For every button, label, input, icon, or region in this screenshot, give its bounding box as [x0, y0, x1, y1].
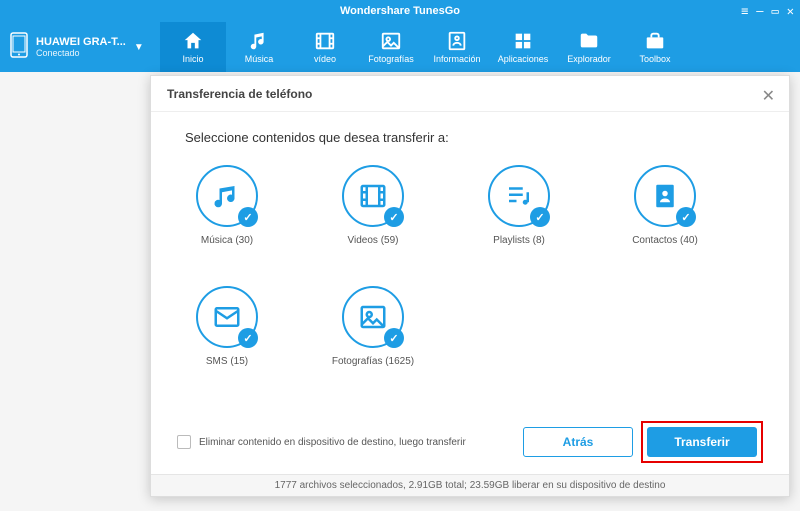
- nav-label: Toolbox: [639, 54, 670, 64]
- phone-icon: [10, 32, 28, 63]
- main-nav: Inicio Música vídeo Fotografías Informac…: [150, 22, 688, 72]
- device-status: Conectado: [36, 48, 126, 58]
- item-label: Contactos (40): [632, 235, 698, 246]
- maximize-icon[interactable]: ▭: [772, 4, 779, 18]
- nav-label: vídeo: [314, 54, 336, 64]
- nav-toolbox[interactable]: Toolbox: [622, 22, 688, 72]
- item-sms[interactable]: SMS (15): [185, 286, 269, 367]
- check-icon: [384, 328, 404, 348]
- toolbar: HUAWEI GRA-T... Conectado ▼ Inicio Músic…: [0, 22, 800, 72]
- nav-label: Fotografías: [368, 54, 414, 64]
- nav-photos[interactable]: Fotografías: [358, 22, 424, 72]
- item-contacts[interactable]: Contactos (40): [623, 165, 707, 246]
- item-label: Música (30): [201, 235, 253, 246]
- nav-label: Información: [433, 54, 480, 64]
- close-icon[interactable]: ✕: [787, 4, 794, 18]
- item-playlists[interactable]: Playlists (8): [477, 165, 561, 246]
- chevron-down-icon: ▼: [134, 42, 144, 53]
- item-photos[interactable]: Fotografías (1625): [331, 286, 415, 367]
- checkbox-icon: [177, 435, 191, 449]
- nav-music[interactable]: Música: [226, 22, 292, 72]
- settings-icon[interactable]: ≡: [741, 4, 748, 18]
- content-grid: Música (30) Videos (59) Playlists (8): [185, 165, 755, 367]
- erase-checkbox[interactable]: Eliminar contenido en dispositivo de des…: [177, 435, 513, 449]
- check-icon: [676, 207, 696, 227]
- dialog-title: Transferencia de teléfono: [167, 87, 312, 101]
- status-bar: 1777 archivos seleccionados, 2.91GB tota…: [151, 474, 789, 496]
- item-label: Playlists (8): [493, 235, 545, 246]
- device-name: HUAWEI GRA-T...: [36, 36, 126, 48]
- instruction-text: Seleccione contenidos que desea transfer…: [185, 130, 755, 145]
- item-videos[interactable]: Videos (59): [331, 165, 415, 246]
- nav-home[interactable]: Inicio: [160, 22, 226, 72]
- nav-label: Aplicaciones: [498, 54, 549, 64]
- check-icon: [384, 207, 404, 227]
- check-icon: [530, 207, 550, 227]
- transfer-dialog: Transferencia de teléfono ✕ Seleccione c…: [150, 75, 790, 497]
- dialog-body: Seleccione contenidos que desea transfer…: [151, 112, 789, 412]
- dialog-footer: Eliminar contenido en dispositivo de des…: [151, 412, 789, 474]
- dialog-header: Transferencia de teléfono ✕: [151, 76, 789, 112]
- item-label: Fotografías (1625): [332, 356, 414, 367]
- title-bar: Wondershare TunesGo ≡ — ▭ ✕: [0, 0, 800, 22]
- transfer-highlight: Transferir: [641, 421, 763, 463]
- app-title: Wondershare TunesGo: [340, 5, 460, 17]
- minimize-icon[interactable]: —: [756, 4, 763, 18]
- nav-explorer[interactable]: Explorador: [556, 22, 622, 72]
- check-icon: [238, 328, 258, 348]
- item-label: SMS (15): [206, 356, 248, 367]
- transfer-button[interactable]: Transferir: [647, 427, 757, 457]
- nav-label: Música: [245, 54, 274, 64]
- item-music[interactable]: Música (30): [185, 165, 269, 246]
- back-button[interactable]: Atrás: [523, 427, 633, 457]
- close-icon[interactable]: ✕: [762, 86, 775, 106]
- nav-apps[interactable]: Aplicaciones: [490, 22, 556, 72]
- erase-label: Eliminar contenido en dispositivo de des…: [199, 437, 466, 448]
- check-icon: [238, 207, 258, 227]
- nav-label: Explorador: [567, 54, 611, 64]
- nav-video[interactable]: vídeo: [292, 22, 358, 72]
- nav-info[interactable]: Información: [424, 22, 490, 72]
- window-controls: ≡ — ▭ ✕: [741, 0, 794, 22]
- nav-label: Inicio: [182, 54, 203, 64]
- device-selector[interactable]: HUAWEI GRA-T... Conectado ▼: [0, 22, 150, 72]
- item-label: Videos (59): [348, 235, 399, 246]
